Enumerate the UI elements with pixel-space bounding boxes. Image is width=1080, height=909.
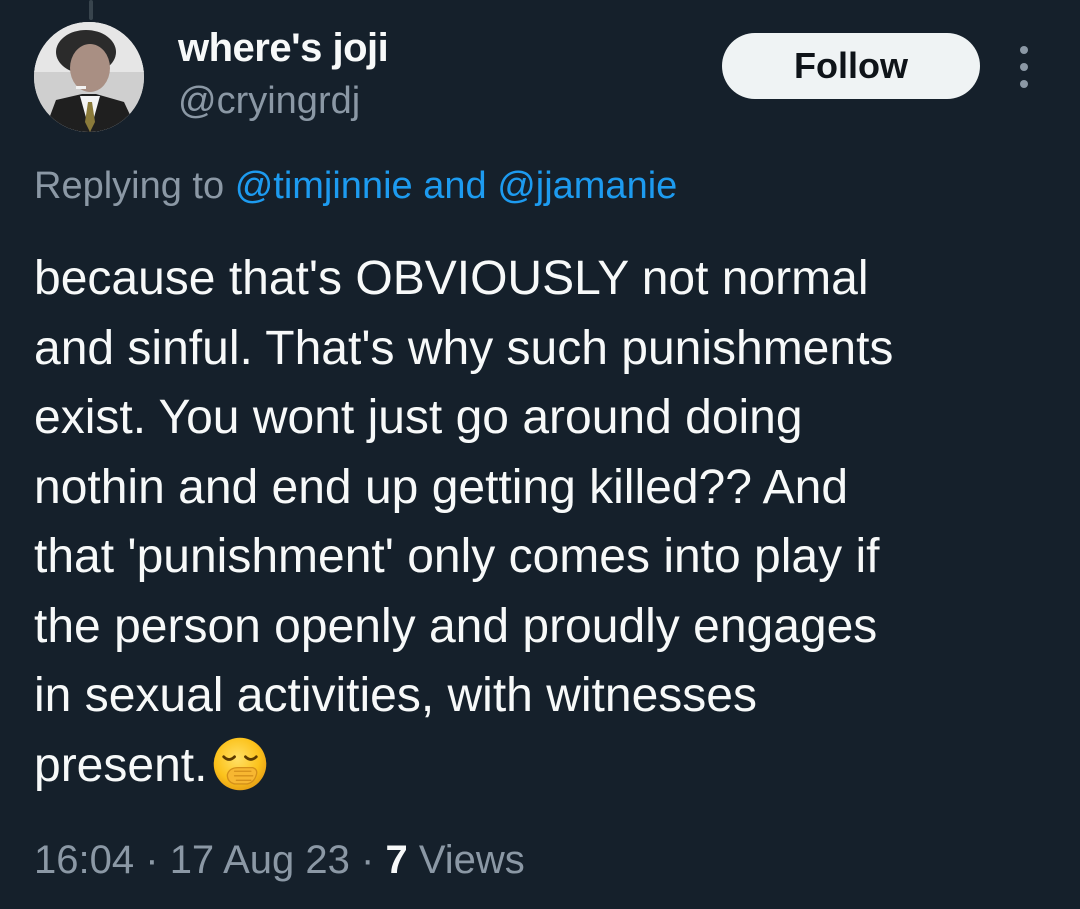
views-count[interactable]: 7 <box>385 838 407 882</box>
yawning-face-emoji-icon <box>214 737 267 790</box>
tweet-date[interactable]: 17 Aug 23 <box>170 838 350 882</box>
mention-conjunction[interactable]: and <box>423 165 486 207</box>
tweet-text: because that's OBVIOUSLY not normal and … <box>34 244 1064 800</box>
thread-connector-line <box>89 0 93 20</box>
avatar[interactable] <box>34 22 144 132</box>
avatar-photo <box>34 22 144 132</box>
meta-separator: · <box>145 838 159 882</box>
meta-separator: · <box>361 838 375 882</box>
author-display-name[interactable]: where's joji <box>178 26 389 71</box>
mention-link-jjamanie[interactable]: @jjamanie <box>497 165 677 207</box>
replying-to-label: Replying to <box>34 165 225 207</box>
tweet-metadata: 16:04 · 17 Aug 23 · 7 Views <box>34 838 525 883</box>
tweet-body: because that's OBVIOUSLY not normal and … <box>34 252 894 792</box>
views-label[interactable]: Views <box>419 838 525 882</box>
follow-button[interactable]: Follow <box>722 33 980 99</box>
more-options-button[interactable] <box>1004 42 1044 92</box>
tweet-time[interactable]: 16:04 <box>34 838 134 882</box>
mention-link-timjinnie[interactable]: @timjinnie <box>235 165 413 207</box>
more-dots-icon <box>1020 80 1028 88</box>
more-dots-icon <box>1020 63 1028 71</box>
more-dots-icon <box>1020 46 1028 54</box>
author-handle[interactable]: @cryingrdj <box>178 80 360 123</box>
replying-to-line: Replying to @timjinnie and @jjamanie <box>34 165 677 208</box>
